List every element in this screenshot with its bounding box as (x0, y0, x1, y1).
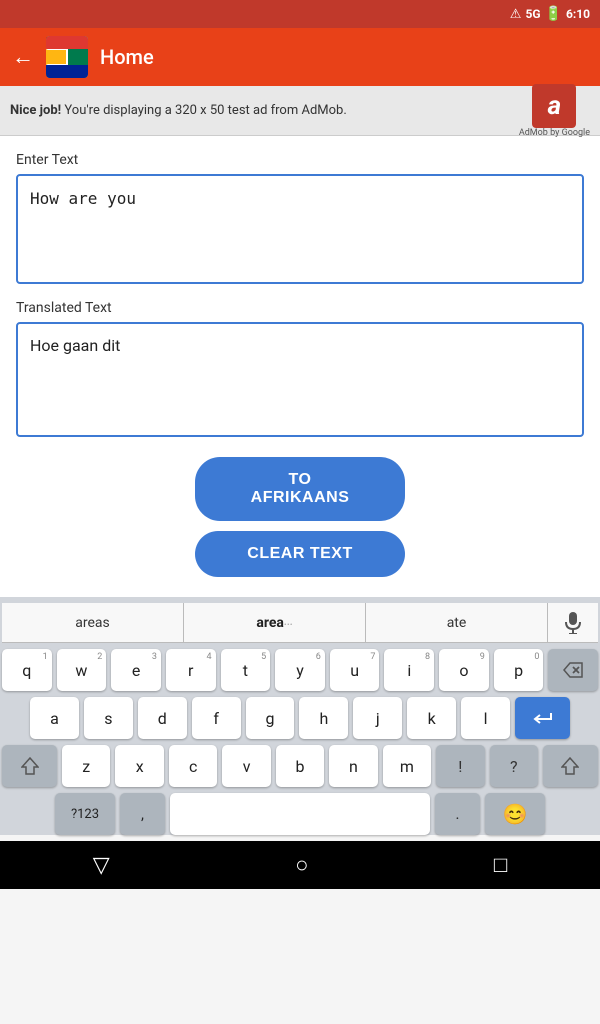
ad-text: Nice job! You're displaying a 320 x 50 t… (10, 103, 509, 118)
translated-text-output: Hoe gaan dit (16, 322, 584, 437)
exclamation-key[interactable]: ! (436, 745, 484, 787)
action-buttons: TO AFRIKAANS CLEAR TEXT (16, 457, 584, 577)
keyboard-row-1: 1q 2w 3e 4r 5t 6y 7u 8i 9o 0p (2, 649, 598, 691)
key-k[interactable]: k (407, 697, 456, 739)
key-t[interactable]: 5t (221, 649, 271, 691)
suggestion-areas[interactable]: areas (2, 603, 184, 642)
admob-letter: a (548, 91, 562, 121)
key-i[interactable]: 8i (384, 649, 434, 691)
enter-text-input[interactable]: How are you (16, 174, 584, 284)
enter-icon (533, 710, 553, 726)
enter-key[interactable] (515, 697, 570, 739)
nav-recents-button[interactable]: □ (494, 852, 507, 878)
symbol-key[interactable]: ?123 (55, 793, 115, 835)
key-h[interactable]: h (299, 697, 348, 739)
key-g[interactable]: g (246, 697, 295, 739)
key-o[interactable]: 9o (439, 649, 489, 691)
key-m[interactable]: m (383, 745, 431, 787)
comma-key[interactable]: , (120, 793, 165, 835)
emoji-key[interactable]: 😊 (485, 793, 545, 835)
warning-icon: ⚠ (510, 7, 522, 22)
nav-home-button[interactable]: ○ (295, 852, 308, 878)
key-e[interactable]: 3e (111, 649, 161, 691)
status-icons: ⚠ 5G 🔋 6:10 (510, 6, 590, 22)
south-africa-flag-icon (46, 36, 88, 78)
ad-body-text: You're displaying a 320 x 50 test ad fro… (61, 103, 347, 118)
clear-text-button[interactable]: CLEAR TEXT (195, 531, 405, 577)
backspace-icon (563, 662, 583, 678)
to-afrikaans-button[interactable]: TO AFRIKAANS (195, 457, 405, 521)
ad-banner: Nice job! You're displaying a 320 x 50 t… (0, 86, 600, 136)
enter-text-label: Enter Text (16, 152, 584, 168)
back-button[interactable]: ← (12, 44, 34, 70)
main-content: Enter Text How are you Translated Text H… (0, 136, 600, 597)
keyboard-row-2: a s d f g h j k l (2, 697, 598, 739)
space-key[interactable] (170, 793, 430, 835)
key-n[interactable]: n (329, 745, 377, 787)
admob-by-text: AdMob by Google (519, 128, 590, 138)
translated-text-label: Translated Text (16, 300, 584, 316)
key-c[interactable]: c (169, 745, 217, 787)
key-b[interactable]: b (276, 745, 324, 787)
admob-wrap: a AdMob by Google (519, 84, 590, 138)
enter-text-section: Enter Text How are you (16, 152, 584, 284)
question-key[interactable]: ? (490, 745, 538, 787)
key-p[interactable]: 0p (494, 649, 544, 691)
keyboard-row-3: z x c v b n m ! ? (2, 745, 598, 787)
microphone-icon (564, 612, 582, 634)
key-x[interactable]: x (115, 745, 163, 787)
key-y[interactable]: 6y (275, 649, 325, 691)
keyboard-bottom-row: ?123 , . 😊 (2, 793, 598, 835)
translated-text-section: Translated Text Hoe gaan dit (16, 300, 584, 437)
key-z[interactable]: z (62, 745, 110, 787)
admob-logo: a (532, 84, 576, 128)
key-l[interactable]: l (461, 697, 510, 739)
key-u[interactable]: 7u (330, 649, 380, 691)
status-bar: ⚠ 5G 🔋 6:10 (0, 0, 600, 28)
key-s[interactable]: s (84, 697, 133, 739)
key-d[interactable]: d (138, 697, 187, 739)
signal-icon: 5G (525, 7, 540, 21)
key-v[interactable]: v (222, 745, 270, 787)
nav-bar: ▽ ○ □ (0, 841, 600, 889)
shift-key-right[interactable] (543, 745, 598, 787)
shift-icon (21, 757, 39, 775)
key-q[interactable]: 1q (2, 649, 52, 691)
battery-icon: 🔋 (545, 6, 562, 22)
keyboard: areas area ... ate 1q 2w 3e 4r 5t 6y 7u … (0, 597, 600, 835)
time-display: 6:10 (566, 7, 590, 21)
suggestion-area-text: area (256, 615, 284, 631)
suggestion-dots: ... (284, 617, 293, 628)
key-w[interactable]: 2w (57, 649, 107, 691)
suggestions-row: areas area ... ate (2, 603, 598, 643)
suggestion-area[interactable]: area ... (184, 603, 366, 642)
app-logo (46, 36, 88, 78)
top-bar: ← Home (0, 28, 600, 86)
suggestion-ate[interactable]: ate (366, 603, 548, 642)
shift-right-icon (561, 757, 579, 775)
key-r[interactable]: 4r (166, 649, 216, 691)
backspace-key[interactable] (548, 649, 598, 691)
microphone-button[interactable] (548, 603, 598, 642)
key-a[interactable]: a (30, 697, 79, 739)
nav-back-button[interactable]: ▽ (93, 853, 110, 878)
period-key[interactable]: . (435, 793, 480, 835)
app-title: Home (100, 45, 154, 69)
ad-nice-label: Nice job! (10, 103, 61, 118)
key-f[interactable]: f (192, 697, 241, 739)
key-j[interactable]: j (353, 697, 402, 739)
shift-key[interactable] (2, 745, 57, 787)
